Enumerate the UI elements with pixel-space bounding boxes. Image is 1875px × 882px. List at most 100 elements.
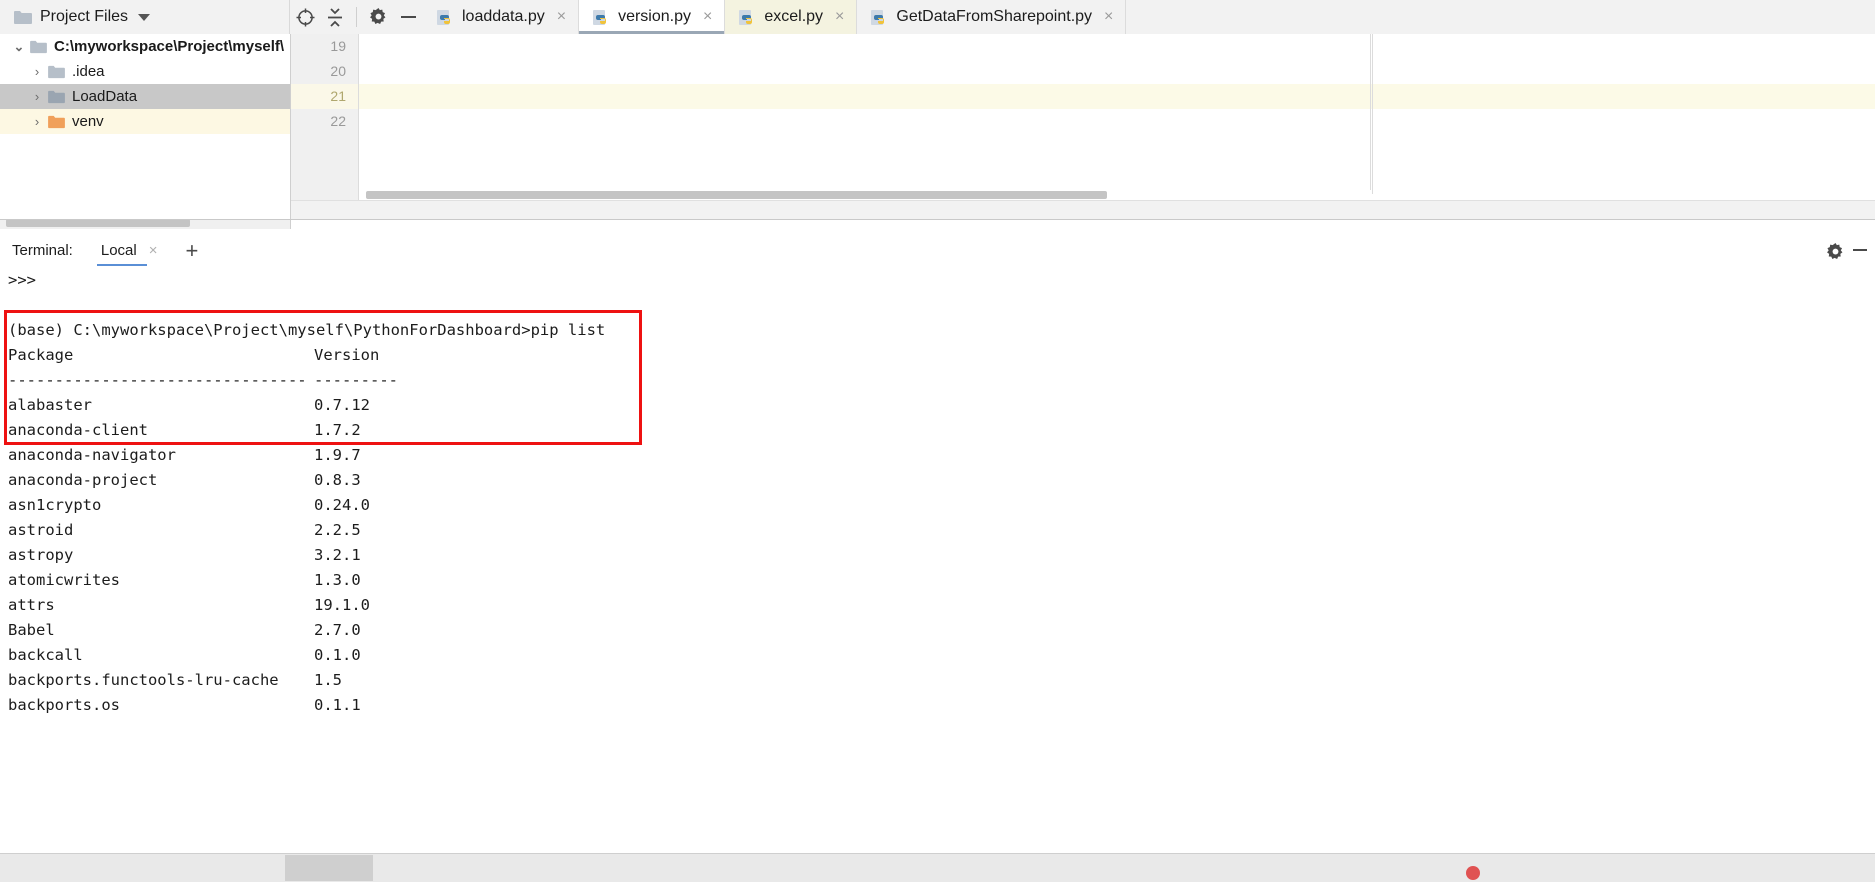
close-icon[interactable]: × bbox=[835, 9, 844, 25]
terminal-header: Terminal: Local × + bbox=[0, 233, 1875, 268]
gear-icon[interactable] bbox=[1826, 243, 1845, 266]
package-name: Babel bbox=[8, 621, 55, 639]
minimize-icon[interactable] bbox=[1853, 249, 1867, 251]
terminal-label: Terminal: bbox=[12, 242, 73, 259]
toolbar-divider bbox=[356, 7, 357, 27]
folder-icon bbox=[30, 40, 47, 54]
status-bar bbox=[0, 853, 1875, 882]
line-number: 20 bbox=[330, 63, 346, 79]
package-version: 2.2.5 bbox=[314, 521, 361, 539]
close-icon[interactable]: × bbox=[557, 9, 566, 25]
pip-package-row: astropy 3.2.1 bbox=[0, 543, 1875, 568]
chevron-down-icon[interactable] bbox=[138, 13, 151, 21]
chevron-right-icon[interactable]: › bbox=[26, 64, 48, 79]
editor-right-divider-2 bbox=[1372, 34, 1373, 194]
pip-package-row: attrs 19.1.0 bbox=[0, 593, 1875, 618]
tree-node-venv[interactable]: › venv bbox=[0, 109, 290, 134]
editor-tab-bar: loaddata.py × version.py × excel.py × Ge… bbox=[423, 0, 1127, 34]
terminal-tab-label: Local bbox=[100, 242, 137, 259]
package-version: 1.5 bbox=[314, 671, 342, 689]
terminal-tab-local[interactable]: Local × bbox=[96, 233, 162, 268]
pip-package-row: backports.os 0.1.1 bbox=[0, 693, 1875, 718]
close-icon[interactable]: × bbox=[703, 9, 712, 25]
package-version: 1.9.7 bbox=[314, 446, 361, 464]
editor-horizontal-scrollbar[interactable] bbox=[366, 191, 1107, 199]
editor-tab-excel[interactable]: excel.py × bbox=[725, 0, 858, 34]
close-icon[interactable]: × bbox=[1104, 9, 1113, 25]
tab-label: excel.py bbox=[764, 8, 824, 25]
package-name: asn1crypto bbox=[8, 496, 102, 514]
package-version: 0.24.0 bbox=[314, 496, 370, 514]
package-version: 19.1.0 bbox=[314, 596, 370, 614]
package-version: 0.7.12 bbox=[314, 396, 370, 414]
pip-package-row: asn1crypto 0.24.0 bbox=[0, 493, 1875, 518]
tree-node-label: LoadData bbox=[72, 88, 138, 105]
pip-list-divider: -------------------------------- -------… bbox=[0, 368, 1875, 393]
pip-package-row: Babel 2.7.0 bbox=[0, 618, 1875, 643]
package-name: backcall bbox=[8, 646, 83, 664]
python-file-icon bbox=[739, 9, 756, 26]
package-name: astropy bbox=[8, 546, 74, 564]
project-files-header[interactable]: Project Files bbox=[0, 0, 290, 34]
crosshair-target-icon[interactable] bbox=[290, 0, 320, 34]
pip-divider-version: --------- bbox=[314, 371, 398, 389]
pip-header-package: Package bbox=[8, 346, 74, 364]
package-name: attrs bbox=[8, 596, 55, 614]
package-name: astroid bbox=[8, 521, 74, 539]
package-name: backports.functools-lru-cache bbox=[8, 671, 279, 689]
package-version: 2.7.0 bbox=[314, 621, 361, 639]
pip-package-row: anaconda-project 0.8.3 bbox=[0, 468, 1875, 493]
pip-package-row: alabaster 0.7.12 bbox=[0, 393, 1875, 418]
line-number: 19 bbox=[330, 38, 346, 54]
folder-icon bbox=[14, 10, 32, 25]
taskbar-active-item[interactable] bbox=[285, 855, 373, 881]
chevron-down-icon[interactable]: ⌄ bbox=[8, 39, 30, 55]
editor-tab-version[interactable]: version.py × bbox=[579, 0, 726, 34]
pip-package-row: backcall 0.1.0 bbox=[0, 643, 1875, 668]
chevron-right-icon[interactable]: › bbox=[26, 114, 48, 129]
project-tree-panel: ⌄ C:\myworkspace\Project\myself\ › .idea… bbox=[0, 34, 291, 219]
tab-label: loaddata.py bbox=[462, 8, 545, 25]
package-version: 1.3.0 bbox=[314, 571, 361, 589]
line-number-current: 21 bbox=[291, 84, 358, 109]
folder-icon-orange bbox=[48, 115, 65, 129]
panel-divider bbox=[0, 219, 1875, 220]
collapse-all-icon[interactable] bbox=[320, 0, 350, 34]
package-version: 0.1.1 bbox=[314, 696, 361, 714]
editor-tab-getdatafromsharepoint[interactable]: GetDataFromSharepoint.py × bbox=[857, 0, 1127, 34]
terminal-output[interactable]: >>> (base) C:\myworkspace\Project\myself… bbox=[0, 268, 1875, 853]
pip-package-row: atomicwrites 1.3.0 bbox=[0, 568, 1875, 593]
package-name: alabaster bbox=[8, 396, 92, 414]
package-version: 1.7.2 bbox=[314, 421, 361, 439]
package-version: 0.1.0 bbox=[314, 646, 361, 664]
package-name: anaconda-client bbox=[8, 421, 148, 439]
pip-list-header: Package Version bbox=[0, 343, 1875, 368]
terminal-command-line: (base) C:\myworkspace\Project\myself\Pyt… bbox=[8, 321, 606, 339]
chevron-right-icon[interactable]: › bbox=[26, 89, 48, 104]
tree-node-root[interactable]: ⌄ C:\myworkspace\Project\myself\ bbox=[0, 34, 290, 59]
minimize-icon[interactable] bbox=[393, 0, 423, 34]
gear-icon[interactable] bbox=[363, 0, 393, 34]
pip-package-row: backports.functools-lru-cache 1.5 bbox=[0, 668, 1875, 693]
python-file-icon bbox=[437, 9, 454, 26]
package-version: 0.8.3 bbox=[314, 471, 361, 489]
line-number: 22 bbox=[330, 113, 346, 129]
editor-line-number-gutter: 19 20 21 22 bbox=[291, 34, 359, 219]
package-version: 3.2.1 bbox=[314, 546, 361, 564]
pip-divider-package: -------------------------------- bbox=[8, 371, 307, 389]
notification-indicator-icon[interactable] bbox=[1466, 866, 1480, 880]
package-name: anaconda-project bbox=[8, 471, 158, 489]
tree-node-loaddata[interactable]: › LoadData bbox=[0, 84, 290, 109]
code-line-current bbox=[359, 84, 1875, 109]
top-toolbar: Project Files loaddata.py × version.py ×… bbox=[0, 0, 1875, 35]
close-icon[interactable]: × bbox=[149, 242, 158, 259]
tree-node-idea[interactable]: › .idea bbox=[0, 59, 290, 84]
python-file-icon bbox=[593, 9, 610, 26]
project-tree-horizontal-scrollbar[interactable] bbox=[6, 219, 190, 227]
folder-icon bbox=[48, 65, 65, 79]
add-terminal-button[interactable]: + bbox=[185, 239, 198, 262]
editor-tab-loaddata[interactable]: loaddata.py × bbox=[423, 0, 580, 34]
